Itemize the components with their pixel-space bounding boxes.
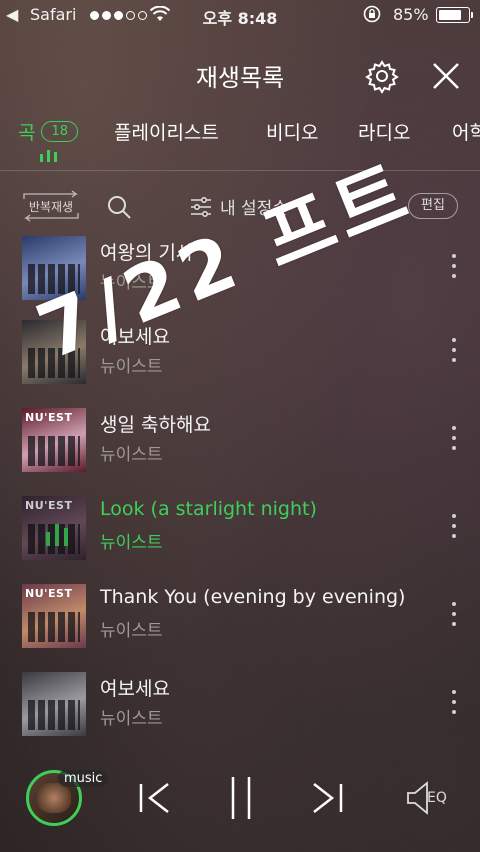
status-bar: ◀ Safari 오후 8:48 85%: [0, 0, 480, 32]
thumbnail-logo: NU'EST: [25, 411, 73, 424]
search-icon[interactable]: [106, 194, 132, 220]
music-badge: music: [58, 770, 109, 787]
song-row[interactable]: NU'EST 생일 축하해요뉴이스트: [0, 408, 480, 496]
album-thumbnail: [22, 672, 86, 736]
album-thumbnail: NU'EST: [22, 408, 86, 472]
song-row[interactable]: NU'EST Look (a starlight night) 뉴이스트: [0, 496, 480, 584]
tab-language[interactable]: 어학: [452, 118, 480, 145]
song-artist: 뉴이스트: [100, 533, 163, 553]
more-options-icon[interactable]: [448, 602, 460, 626]
battery-nub: [471, 12, 473, 18]
repeat-button[interactable]: 반복재생: [20, 190, 82, 222]
now-playing-indicator: [40, 150, 57, 162]
more-options-icon[interactable]: [448, 338, 460, 362]
thumbnail-logo: NU'EST: [25, 587, 73, 600]
tab-songs-label: 곡: [18, 122, 36, 144]
song-row[interactable]: 여보세요뉴이스트: [0, 672, 480, 760]
album-thumbnail: NU'EST: [22, 496, 86, 560]
repeat-label: 반복재생: [28, 200, 74, 214]
tab-songs[interactable]: 곡 18: [18, 118, 79, 145]
battery-percent: 85%: [393, 5, 429, 24]
song-title: Look (a starlight night): [100, 498, 317, 520]
song-artist: 뉴이스트: [100, 709, 163, 729]
rotation-lock-icon: [363, 5, 381, 23]
song-title: Thank You (evening by evening): [100, 586, 406, 608]
song-title: 여보세요: [100, 678, 170, 700]
next-track-icon[interactable]: [310, 780, 344, 816]
more-options-icon[interactable]: [448, 514, 460, 538]
eq-label: EQ: [427, 790, 447, 806]
gear-icon[interactable]: [364, 58, 400, 94]
album-thumbnail: NU'EST: [22, 584, 86, 648]
song-row[interactable]: NU'EST Thank You (evening by evening) 뉴이스트: [0, 584, 480, 672]
tabs-divider: [0, 170, 480, 171]
tab-playlists[interactable]: 플레이리스트: [114, 118, 219, 145]
battery-icon: [436, 7, 470, 23]
song-count-badge: 18: [41, 121, 79, 142]
page-title: 재생목록: [195, 64, 285, 92]
tab-videos[interactable]: 비디오: [266, 118, 318, 145]
previous-track-icon[interactable]: [138, 780, 172, 816]
more-options-icon[interactable]: [448, 254, 460, 278]
song-artist: 뉴이스트: [100, 445, 163, 465]
eq-button[interactable]: EQ: [405, 780, 455, 816]
close-icon[interactable]: [428, 58, 464, 94]
now-playing-bars-icon: [46, 524, 68, 546]
thumbnail-logo: NU'EST: [25, 499, 73, 512]
song-title: 생일 축하해요: [100, 414, 211, 436]
more-options-icon[interactable]: [448, 690, 460, 714]
pause-icon[interactable]: [228, 775, 254, 821]
more-options-icon[interactable]: [448, 426, 460, 450]
song-artist: 뉴이스트: [100, 621, 163, 641]
